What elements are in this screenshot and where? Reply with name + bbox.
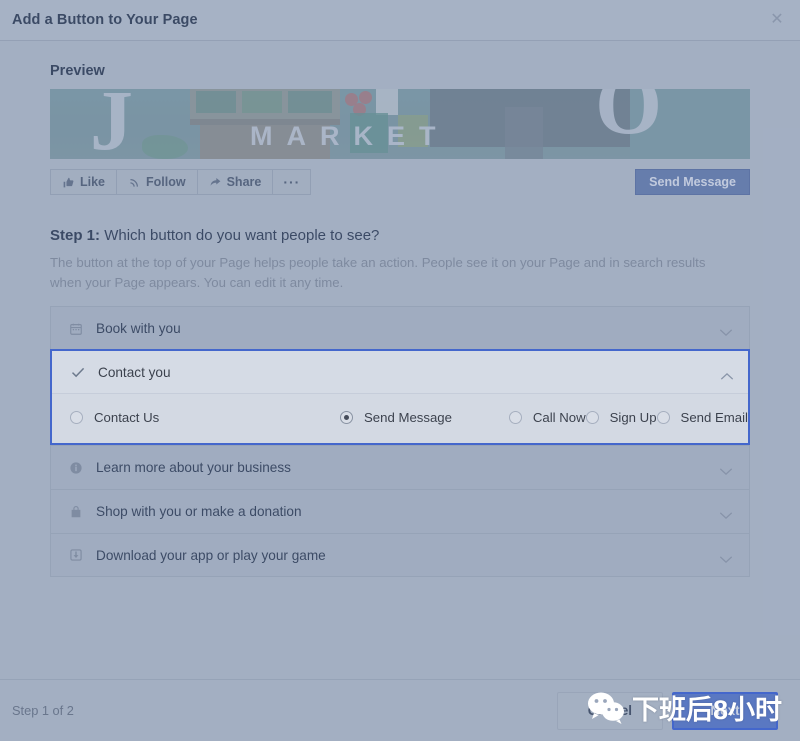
chevron-down-icon xyxy=(719,463,733,472)
radio-option-sign-up[interactable]: Sign Up xyxy=(586,404,657,431)
contact-options-panel: Contact Us Send Message Call Now Sign Up xyxy=(52,393,748,443)
radio-indicator[interactable] xyxy=(70,411,83,424)
button-category-accordion: Book with you Contact you xyxy=(50,306,750,577)
accordion-group-contact-you: Contact you Contact Us Send Message xyxy=(50,349,750,445)
preview-cta-button[interactable]: Send Message xyxy=(635,169,750,195)
share-arrow-icon xyxy=(209,176,222,189)
add-button-dialog: Add a Button to Your Page ✕ Preview xyxy=(0,0,800,741)
radio-label: Send Message xyxy=(364,410,452,425)
page-action-row: Like Follow Share ··· Se xyxy=(50,169,750,195)
radio-label: Call Now xyxy=(533,410,586,425)
accordion-item-shop-or-donate[interactable]: Shop with you or make a donation xyxy=(50,489,750,533)
radio-indicator[interactable] xyxy=(657,411,670,424)
accordion-item-learn-more[interactable]: Learn more about your business xyxy=(50,445,750,489)
step-prefix: Step 1: xyxy=(50,227,100,244)
accordion-item-contact-you[interactable]: Contact you xyxy=(52,351,748,393)
radio-label: Contact Us xyxy=(94,410,159,425)
accordion-label: Contact you xyxy=(98,365,720,380)
radio-label: Send Email xyxy=(681,410,748,425)
calendar-icon xyxy=(68,321,83,336)
step-question: Which button do you want people to see? xyxy=(104,227,379,244)
share-button[interactable]: Share xyxy=(197,169,274,195)
shopping-bag-icon xyxy=(68,504,83,519)
dialog-footer: Step 1 of 2 Cancel Next xyxy=(0,679,800,741)
step-description: The button at the top of your Page helps… xyxy=(50,253,740,292)
radio-indicator[interactable] xyxy=(340,411,353,424)
rss-follow-icon xyxy=(128,176,141,189)
radio-option-call-now[interactable]: Call Now xyxy=(509,404,586,431)
like-button-label: Like xyxy=(80,175,105,189)
accordion-item-book-with-you[interactable]: Book with you xyxy=(50,306,750,350)
dialog-body: Preview xyxy=(0,41,800,679)
like-button[interactable]: Like xyxy=(50,169,117,195)
more-options-icon[interactable]: ··· xyxy=(272,169,311,195)
accordion-label: Learn more about your business xyxy=(96,460,719,475)
check-icon xyxy=(70,364,86,380)
radio-option-send-email[interactable]: Send Email xyxy=(657,404,748,431)
follow-button-label: Follow xyxy=(146,175,186,189)
dialog-header: Add a Button to Your Page ✕ xyxy=(0,0,800,41)
more-options-label: ··· xyxy=(283,174,300,190)
chevron-up-icon xyxy=(720,368,734,377)
next-button[interactable]: Next xyxy=(672,692,778,730)
accordion-label: Shop with you or make a donation xyxy=(96,504,719,519)
page-cover-photo: J O MARKET xyxy=(50,89,750,159)
share-button-label: Share xyxy=(227,175,262,189)
preview-label: Preview xyxy=(50,63,750,79)
cancel-button[interactable]: Cancel xyxy=(557,692,663,730)
dialog-title: Add a Button to Your Page xyxy=(12,12,198,28)
radio-label: Sign Up xyxy=(610,410,657,425)
follow-button[interactable]: Follow xyxy=(116,169,198,195)
download-app-icon xyxy=(68,548,83,563)
radio-option-send-message[interactable]: Send Message xyxy=(340,404,509,431)
accordion-label: Book with you xyxy=(96,321,719,336)
chevron-down-icon xyxy=(719,551,733,560)
radio-indicator[interactable] xyxy=(509,411,522,424)
chevron-down-icon xyxy=(719,324,733,333)
thumbs-up-icon xyxy=(62,176,75,189)
chevron-down-icon xyxy=(719,507,733,516)
step-heading: Step 1: Which button do you want people … xyxy=(50,227,750,244)
step-counter: Step 1 of 2 xyxy=(12,703,74,718)
accordion-item-download-app[interactable]: Download your app or play your game xyxy=(50,533,750,577)
info-icon xyxy=(68,460,83,475)
radio-indicator[interactable] xyxy=(586,411,599,424)
accordion-label: Download your app or play your game xyxy=(96,548,719,563)
radio-option-contact-us[interactable]: Contact Us xyxy=(70,404,340,431)
close-icon[interactable]: ✕ xyxy=(768,11,786,29)
